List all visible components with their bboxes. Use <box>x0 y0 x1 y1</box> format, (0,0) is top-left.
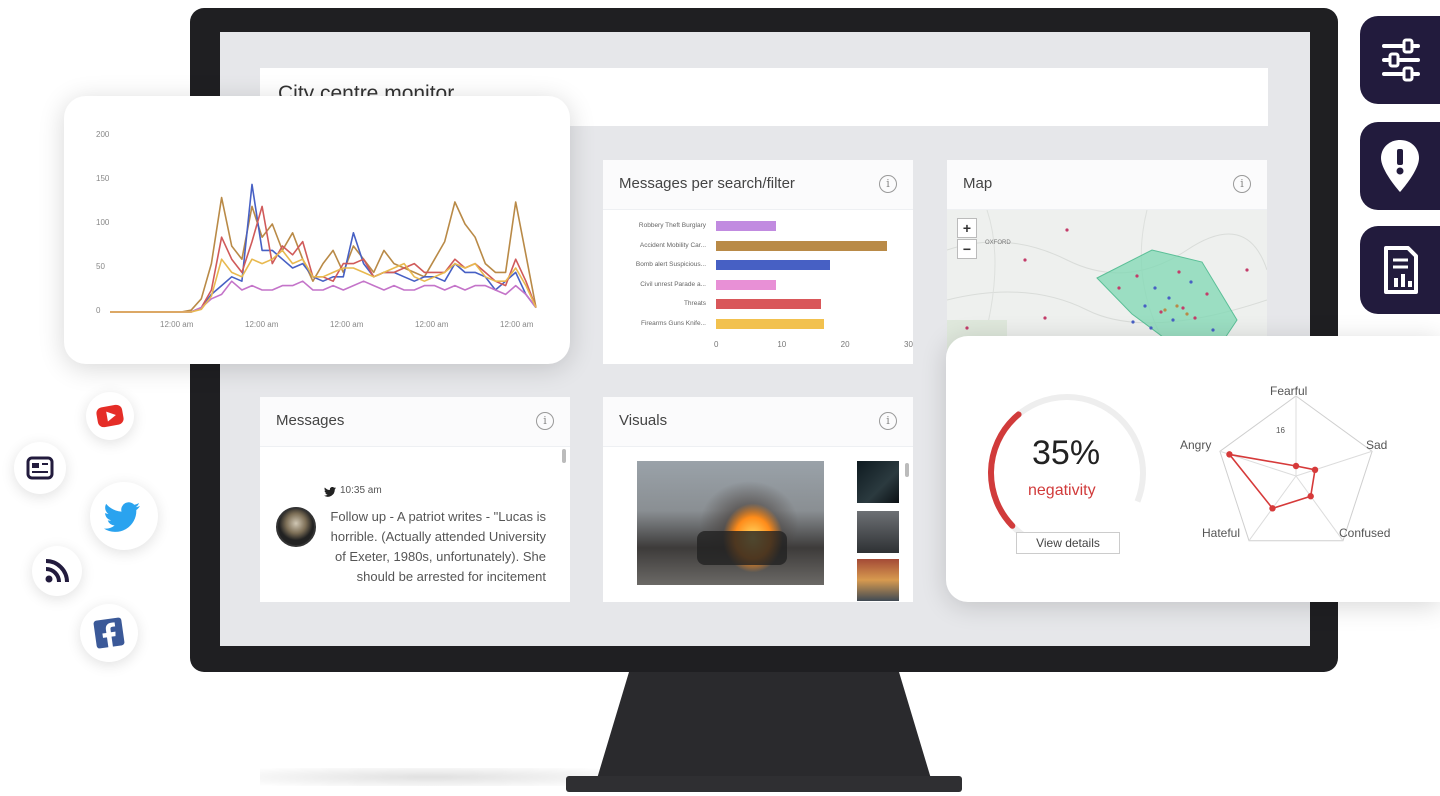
burning-car-image[interactable] <box>637 461 824 585</box>
negativity-percent: 35% <box>1032 434 1101 472</box>
info-icon[interactable]: i <box>536 412 554 430</box>
info-icon[interactable]: i <box>879 412 897 430</box>
bar[interactable] <box>716 221 777 231</box>
avatar <box>276 507 316 547</box>
radar-label-sad: Sad <box>1366 438 1388 452</box>
radar-axis <box>1295 475 1344 542</box>
map-town-label: OXFORD <box>985 240 1011 246</box>
twitter-icon[interactable] <box>90 482 158 550</box>
bar-x-tick: 30 <box>904 340 913 349</box>
activity-line-chart-card: 200 150 100 50 0 12:00 am 12:00 am 12:00 am 12:0… <box>64 96 570 364</box>
bar-x-tick: 0 <box>714 340 719 349</box>
emotion-radar-chart <box>1219 395 1373 542</box>
line-series-2 <box>110 183 537 313</box>
bar[interactable] <box>716 279 777 290</box>
radar-label-angry: Angry <box>1180 438 1212 452</box>
bar-category-label: Robbery Theft Burglary <box>638 222 706 229</box>
panel-header: Messages per search/filter i <box>603 160 913 210</box>
message-text: Follow up - A patriot writes - "Lucas is… <box>330 509 546 584</box>
visual-thumbnail[interactable] <box>857 511 899 553</box>
radar-axis <box>1295 450 1373 477</box>
negativity-label: negativity <box>1028 482 1096 499</box>
panel-title: Map <box>963 175 993 192</box>
line-series-4 <box>110 280 537 313</box>
report-icon <box>1384 246 1418 294</box>
news-icon[interactable] <box>14 442 66 494</box>
zoom-out-button[interactable]: − <box>957 239 977 259</box>
message-time: 10:35 am <box>340 485 382 496</box>
visual-thumbnail[interactable] <box>857 559 899 601</box>
radar-point-fearful <box>1292 462 1300 470</box>
sliders-icon <box>1382 38 1420 82</box>
panel-title: Messages <box>276 412 345 429</box>
bar-category-label: Civil unrest Parade a... <box>640 280 706 288</box>
zoom-in-button[interactable]: + <box>957 218 977 238</box>
line-series-3 <box>110 205 537 313</box>
bar-x-tick: 20 <box>840 340 850 349</box>
info-icon[interactable]: i <box>879 175 897 193</box>
messages-per-filter-panel: Messages per search/filter i Robbery The… <box>603 160 913 364</box>
emotion-summary-card: 35% negativity View details Fearful Sad … <box>946 336 1440 602</box>
panel-header: Visuals i <box>603 397 913 447</box>
radar-series <box>1227 453 1316 510</box>
bar[interactable] <box>716 260 830 270</box>
radar-label-fearful: Fearful <box>1270 384 1308 398</box>
map-panel: Map i + − OXFORD <box>947 160 1267 364</box>
reports-button[interactable] <box>1360 226 1440 314</box>
line-chart <box>110 183 537 313</box>
view-details-button[interactable]: View details <box>1016 532 1120 554</box>
alert-pin-icon <box>1381 140 1419 192</box>
bar-row: Bomb alert Suspicious... <box>603 259 913 271</box>
radar-point-angry <box>1226 451 1233 458</box>
facebook-icon[interactable] <box>80 604 138 662</box>
bar-row: Civil unrest Parade a... <box>603 279 913 291</box>
stand-shadow <box>260 768 600 786</box>
radar-point-sad <box>1311 466 1319 474</box>
visuals-panel: Visuals i <box>603 397 913 602</box>
rss-icon[interactable] <box>32 546 82 596</box>
monitor-base <box>566 776 962 792</box>
youtube-icon[interactable] <box>86 392 134 440</box>
line-series-1 <box>110 196 537 313</box>
monitor-stand <box>596 670 932 782</box>
bar-row: Threats <box>603 298 913 310</box>
visual-thumbnail[interactable] <box>857 461 899 503</box>
panel-header: Map i <box>947 160 1267 210</box>
panel-title: Messages per search/filter <box>619 175 795 192</box>
bar-row: Accident Mobility Car... <box>603 240 913 252</box>
radar-label-hateful: Hateful <box>1202 526 1241 540</box>
bar[interactable] <box>716 318 824 329</box>
bar-category-label: Threats <box>683 300 706 307</box>
panel-title: Visuals <box>619 412 668 429</box>
twitter-icon <box>324 487 336 497</box>
radar-point-hateful <box>1269 505 1276 512</box>
radar-point-confused <box>1307 493 1314 500</box>
bar[interactable] <box>716 299 821 309</box>
messages-scrollbar[interactable] <box>562 449 566 463</box>
bar[interactable] <box>716 240 887 251</box>
alerts-button[interactable] <box>1360 122 1440 210</box>
bar-category-label: Bomb alert Suspicious... <box>635 261 706 268</box>
panel-header: Messages i <box>260 397 570 447</box>
messages-panel: Messages i 10:35 am Follow up - A patrio… <box>260 397 570 602</box>
bar-category-label: Firearms Guns Knife... <box>640 319 706 327</box>
radar-label-confused: Confused <box>1339 526 1391 540</box>
bar-row: Firearms Guns Knife... <box>603 318 913 330</box>
bar-x-tick: 10 <box>777 340 787 349</box>
bar-row: Robbery Theft Burglary <box>603 220 913 232</box>
radar-scale-label: 16 <box>1276 426 1285 435</box>
visuals-scrollbar[interactable] <box>905 463 909 477</box>
bar-category-label: Accident Mobility Car... <box>639 241 706 249</box>
filters-button[interactable] <box>1360 16 1440 104</box>
info-icon[interactable]: i <box>1233 175 1251 193</box>
